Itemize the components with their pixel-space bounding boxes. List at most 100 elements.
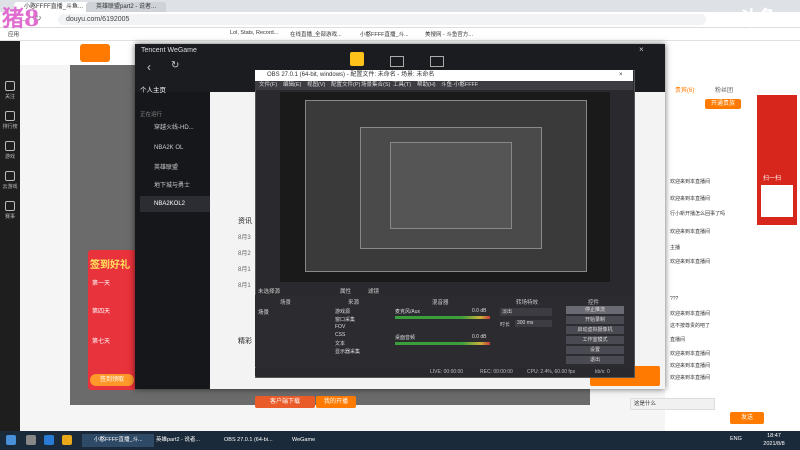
my-stream-link[interactable]: 我的开播 bbox=[316, 396, 356, 408]
media-icon[interactable] bbox=[430, 56, 444, 67]
signin-promo[interactable]: 签到好礼 第一天 第四天 第七天 签到领取 bbox=[88, 250, 136, 390]
filters-button[interactable]: 滤镜 bbox=[368, 287, 379, 295]
source-item[interactable]: 文本 bbox=[335, 340, 345, 347]
menu-edit[interactable]: 编辑(E) bbox=[283, 81, 301, 90]
nav-game[interactable]: 游戏 bbox=[0, 141, 20, 160]
chat-message: 欢迎来到本直播间 bbox=[670, 229, 711, 235]
menu-profile[interactable]: 配置文件(P) bbox=[331, 81, 360, 90]
chat-message: 欢迎来到本直播间 bbox=[670, 375, 711, 381]
chat-message: 欢迎来到本直播间 bbox=[670, 363, 711, 369]
nav-rank[interactable]: 排行榜 bbox=[0, 111, 20, 130]
left-nav: 关注 排行榜 游戏 云游戏 赛事 bbox=[0, 41, 20, 431]
duration-input[interactable]: 300 ms bbox=[515, 320, 552, 327]
nav-cloud-game[interactable]: 云游戏 bbox=[0, 171, 20, 190]
douyu-watermark: 斗鱼 bbox=[738, 8, 778, 30]
mixer-channel-name: 麦克风/Aux bbox=[395, 309, 421, 315]
bookmark-item[interactable]: 小憨FFFF直播_斗... bbox=[360, 30, 409, 38]
game-item[interactable]: 穿越火线-HD... bbox=[140, 120, 210, 136]
chat-message: 行小新开播怎么回事了吗 bbox=[670, 211, 726, 217]
game-item[interactable]: NBA2KOL2 bbox=[140, 196, 210, 212]
source-item[interactable]: 显示器采集 bbox=[335, 348, 360, 355]
audio-meter bbox=[395, 316, 490, 319]
game-item[interactable]: 英雄联盟 bbox=[140, 160, 210, 176]
menu-file[interactable]: 文件(F) bbox=[259, 81, 277, 90]
menu-help[interactable]: 帮助(H) bbox=[417, 81, 436, 90]
client-download-link[interactable]: 客户端下载 bbox=[255, 396, 315, 408]
nested-capture bbox=[390, 142, 512, 229]
close-icon[interactable]: × bbox=[639, 45, 644, 54]
url-input[interactable]: douyu.com/6192005 bbox=[58, 14, 706, 25]
exit-button[interactable]: 退出 bbox=[566, 356, 624, 364]
nav-follow[interactable]: 关注 bbox=[0, 81, 20, 100]
dock-transitions-title: 转场特效 bbox=[516, 300, 539, 306]
system-clock[interactable]: 18:47 2021/8/8 bbox=[750, 432, 798, 448]
promo-button[interactable]: 签到领取 bbox=[90, 374, 134, 386]
windows-start-icon[interactable] bbox=[6, 435, 16, 445]
news-date: 8月3 bbox=[238, 235, 251, 241]
start-recording-button[interactable]: 开始录制 bbox=[566, 316, 624, 324]
search-icon[interactable] bbox=[26, 435, 36, 445]
taskbar-item[interactable]: OBS 27.0.1 (64-bi... bbox=[212, 434, 289, 447]
close-icon[interactable]: × bbox=[619, 70, 623, 81]
settings-button[interactable]: 设置 bbox=[566, 346, 624, 354]
properties-button[interactable]: 属性 bbox=[340, 287, 351, 295]
stop-streaming-button[interactable]: 停止推流 bbox=[566, 306, 624, 314]
address-bar: ← → ↻ douyu.com/6192005 bbox=[0, 12, 800, 28]
duration-label: 时长 bbox=[500, 322, 511, 328]
taskbar-item[interactable]: 英雄part2 - 说者... bbox=[144, 434, 221, 447]
chat-message: 欢迎来到本直播间 bbox=[670, 311, 711, 317]
promo-day: 第七天 bbox=[92, 339, 111, 345]
refresh-icon[interactable]: ↻ bbox=[171, 60, 179, 71]
game-item[interactable]: NBA2K OL bbox=[140, 140, 210, 156]
source-item[interactable]: 窗口采集 bbox=[335, 316, 355, 323]
chat-message: 欢迎来到本直播间 bbox=[670, 259, 711, 265]
wegame-user-label[interactable]: 个人主页 bbox=[140, 84, 166, 94]
qr-caption: 扫一扫 bbox=[763, 176, 782, 182]
news-date: 8月1 bbox=[238, 267, 251, 273]
bookmark-item[interactable]: 在线直播_全部游戏... bbox=[290, 30, 342, 38]
menu-tools[interactable]: 工具(T) bbox=[393, 81, 411, 90]
bookmark-item[interactable]: 美搜网 - 斗鱼官方... bbox=[425, 30, 473, 38]
home-icon[interactable] bbox=[350, 52, 364, 66]
dock-controls-title: 控件 bbox=[588, 300, 600, 306]
source-item[interactable]: 游戏源 bbox=[335, 308, 350, 315]
language-indicator[interactable]: ENG bbox=[730, 436, 742, 442]
bookmark-item[interactable]: Lol, Stats, Record... bbox=[230, 30, 278, 36]
clock-time: 18:47 bbox=[767, 433, 781, 439]
menu-scene-collection[interactable]: 场景集合(S) bbox=[361, 81, 390, 90]
gamepad-icon bbox=[5, 141, 15, 151]
chat-input[interactable]: 这是什么 bbox=[630, 398, 715, 410]
browser-tab[interactable]: 英雄联盟part2 - 说者... bbox=[86, 2, 166, 12]
douyu-logo[interactable] bbox=[80, 44, 110, 62]
side-ad[interactable]: 扫一扫 bbox=[757, 95, 797, 225]
menu-douyu-plugin[interactable]: 斗鱼·小憨FFFF bbox=[441, 81, 478, 90]
send-button[interactable]: 发送 bbox=[730, 412, 764, 424]
back-icon[interactable]: ‹ bbox=[147, 60, 151, 74]
obs-menubar: 文件(F) 编辑(E) 视图(V) 配置文件(P) 场景集合(S) 工具(T) … bbox=[255, 81, 633, 90]
taskbar-item[interactable]: WeGame bbox=[280, 434, 337, 447]
mixer-channel-level: 0.0 dB bbox=[472, 334, 487, 340]
tab-vip[interactable]: 贵宾(6) bbox=[675, 85, 694, 94]
folder-icon[interactable] bbox=[62, 435, 72, 445]
source-item[interactable]: FOV bbox=[335, 324, 345, 330]
scene-item[interactable]: 场景 bbox=[258, 308, 269, 316]
studio-mode-button[interactable]: 工作室模式 bbox=[566, 336, 624, 344]
chat-message: 主播 bbox=[670, 245, 681, 251]
audio-meter bbox=[395, 342, 490, 345]
news-date: 8月2 bbox=[238, 251, 251, 257]
cpu-usage: CPU: 2.4%, 60.00 fps bbox=[527, 369, 576, 375]
chat-message: ??? bbox=[670, 296, 679, 302]
game-item[interactable]: 地下城与勇士 bbox=[140, 178, 210, 194]
transition-select[interactable]: 淡出 bbox=[500, 308, 552, 316]
edge-icon[interactable] bbox=[44, 435, 54, 445]
store-icon[interactable] bbox=[390, 56, 404, 67]
source-item[interactable]: CSS bbox=[335, 332, 345, 338]
clock-date: 2021/8/8 bbox=[763, 441, 785, 447]
menu-view[interactable]: 视图(V) bbox=[307, 81, 325, 90]
rank-icon bbox=[5, 111, 15, 121]
obs-preview-canvas[interactable] bbox=[280, 92, 610, 282]
open-noble-button[interactable]: 开通贵族 bbox=[705, 99, 741, 109]
nav-events[interactable]: 赛事 bbox=[0, 201, 20, 220]
virtual-camera-button[interactable]: 启动虚拟摄像机 bbox=[566, 326, 624, 334]
tab-fans[interactable]: 粉丝团 bbox=[715, 85, 733, 94]
